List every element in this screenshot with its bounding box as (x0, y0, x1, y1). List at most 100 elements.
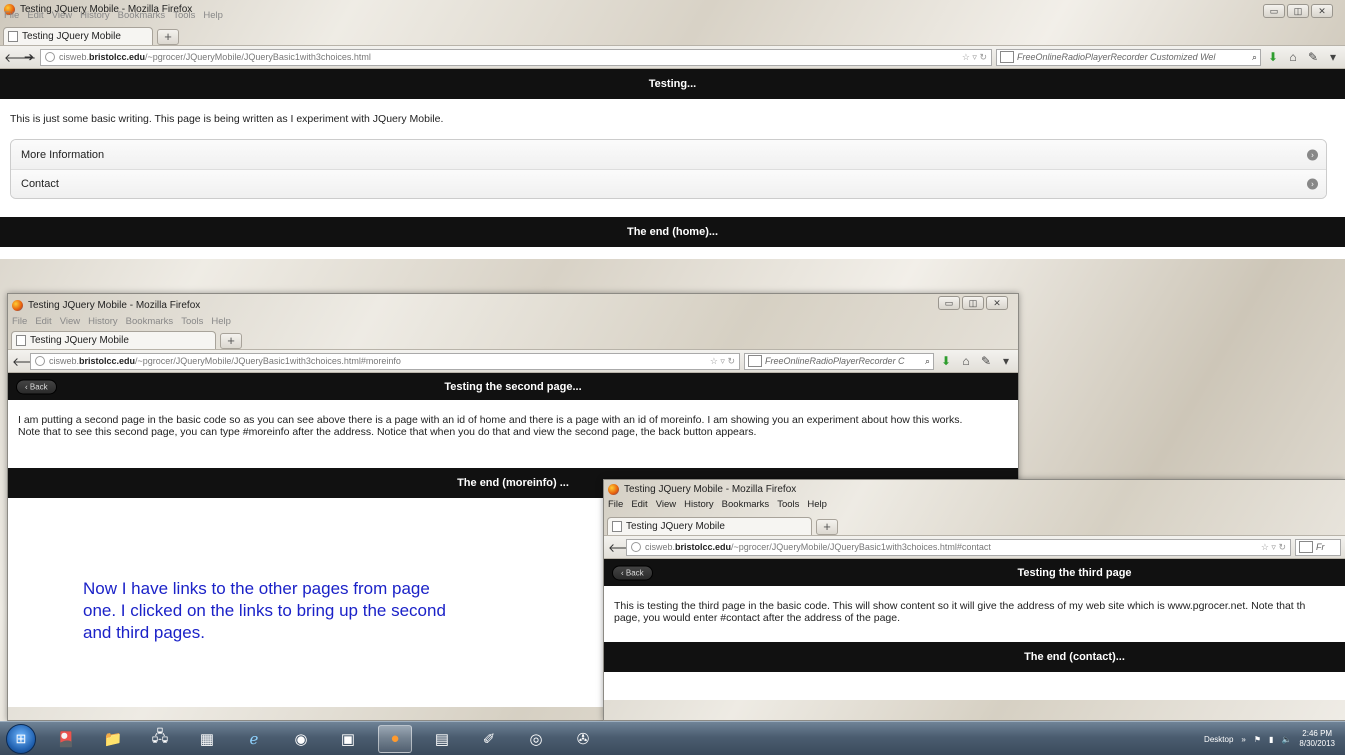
taskbar-app-icon[interactable]: 🎴 (49, 725, 83, 753)
forward-arrow-icon[interactable]: ➔ (22, 50, 36, 64)
network-app-icon[interactable]: 🖧 (143, 725, 177, 753)
menu-help[interactable]: Help (203, 10, 223, 23)
tab-testing-jquery[interactable]: Testing JQuery Mobile (607, 517, 812, 535)
overflow-chevron-icon[interactable]: » (1241, 735, 1245, 744)
calculator-icon[interactable]: ▦ (190, 725, 224, 753)
page-icon (16, 335, 26, 346)
start-button[interactable]: ⊞ (6, 723, 36, 754)
url-prefix: cisweb. (59, 52, 90, 62)
new-tab-button[interactable]: + (816, 519, 838, 535)
bookmark-star-icon[interactable]: ☆ ▿ ↻ (1255, 542, 1286, 553)
home-icon[interactable]: ⌂ (1285, 50, 1301, 64)
menu-bookmarks[interactable]: Bookmarks (126, 316, 174, 329)
menu-chevron-icon[interactable]: ▾ (1325, 50, 1341, 64)
document-app-icon[interactable]: ▤ (425, 725, 459, 753)
back-button[interactable]: ‹ Back (16, 379, 57, 394)
body-line-1: I am putting a second page in the basic … (18, 414, 963, 426)
nav-toolbar: 🡐 ➔ cisweb. bristolcc.edu/~pgrocer/JQuery… (0, 45, 1345, 69)
annotation-note: Now I have links to the other pages from… (83, 579, 446, 642)
new-tab-button[interactable]: + (220, 333, 242, 349)
back-button[interactable]: ‹ Back (612, 565, 653, 580)
menu-view[interactable]: View (60, 316, 80, 329)
page-content: Testing... This is just some basic writi… (0, 69, 1345, 259)
back-arrow-icon[interactable]: 🡐 (12, 354, 44, 369)
tab-label: Testing JQuery Mobile (626, 521, 725, 532)
list-item-more-information[interactable]: More Information › (11, 140, 1326, 169)
menu-file[interactable]: File (12, 316, 27, 329)
search-box[interactable]: Fr (1295, 538, 1341, 556)
menu-bookmarks[interactable]: Bookmarks (118, 10, 166, 23)
network-icon[interactable]: ▮ (1269, 735, 1273, 744)
globe-icon (631, 542, 641, 552)
close-button[interactable]: ✕ (1311, 4, 1333, 18)
menu-file[interactable]: File (608, 499, 623, 514)
firefox-taskbar-icon[interactable]: ● (378, 724, 412, 753)
app-pen-icon[interactable]: ✐ (472, 725, 506, 753)
tab-testing-jquery[interactable]: Testing JQuery Mobile (11, 331, 216, 349)
minimize-button[interactable]: ▭ (1263, 4, 1285, 18)
search-icon[interactable]: ⌕ (925, 356, 930, 367)
search-icon[interactable]: ⌕ (1252, 52, 1257, 63)
menu-help[interactable]: Help (211, 316, 231, 329)
menu-history[interactable]: History (88, 316, 118, 329)
download-icon[interactable]: ⬇ (1265, 50, 1281, 64)
menu-history[interactable]: History (80, 10, 110, 23)
menu-tools[interactable]: Tools (181, 316, 203, 329)
page-title: Testing the third page (1017, 566, 1132, 579)
arrow-right-icon: › (1307, 178, 1318, 190)
search-engine-icon[interactable] (1000, 51, 1014, 63)
page-icon (8, 31, 18, 42)
tab-testing-jquery[interactable]: Testing JQuery Mobile (3, 27, 153, 45)
close-button[interactable]: ✕ (986, 296, 1008, 310)
menu-edit[interactable]: Edit (27, 10, 43, 23)
window-titlebar[interactable]: Testing JQuery Mobile - Mozilla Firefox (0, 0, 1345, 15)
menu-history[interactable]: History (684, 499, 714, 514)
window-titlebar[interactable]: Testing JQuery Mobile - Mozilla Firefox (604, 480, 1345, 499)
window-titlebar[interactable]: Testing JQuery Mobile - Mozilla Firefox (8, 294, 1018, 316)
flag-icon[interactable]: ⚑ (1254, 735, 1261, 744)
maximize-button[interactable]: ◫ (962, 296, 984, 310)
app-globe-icon[interactable]: ◉ (284, 725, 318, 753)
back-arrow-icon[interactable]: 🡐 (608, 540, 640, 555)
menu-edit[interactable]: Edit (631, 499, 647, 514)
search-engine-icon[interactable] (748, 355, 762, 367)
menu-tools[interactable]: Tools (173, 10, 195, 23)
menu-chevron-icon[interactable]: ▾ (998, 354, 1014, 368)
new-tab-button[interactable]: + (157, 29, 179, 45)
back-arrow-icon[interactable]: 🡐 (4, 50, 36, 65)
bookmark-star-icon[interactable]: ☆ ▿ ↻ (704, 356, 735, 367)
app-image-icon[interactable]: ▣ (331, 725, 365, 753)
app-tools-icon[interactable]: ✇ (566, 725, 600, 753)
app-cd-icon[interactable]: ◎ (519, 725, 553, 753)
desktop-toolbar-label[interactable]: Desktop (1204, 735, 1233, 744)
clock[interactable]: 2:46 PM 8/30/2013 (1299, 729, 1335, 749)
search-box[interactable]: FreeOnlineRadioPlayerRecorder Customized… (996, 48, 1261, 66)
file-explorer-icon[interactable]: 📁 (96, 725, 130, 753)
menu-bookmarks[interactable]: Bookmarks (722, 499, 770, 514)
list-item-contact[interactable]: Contact › (11, 169, 1326, 198)
menu-tools[interactable]: Tools (777, 499, 799, 514)
search-engine-text: FreeOnlineRadioPlayerRecorder Customized… (1017, 52, 1216, 62)
clock-date: 8/30/2013 (1299, 739, 1335, 748)
search-box[interactable]: FreeOnlineRadioPlayerRecorder C ⌕ (744, 352, 934, 370)
download-icon[interactable]: ⬇ (938, 354, 954, 368)
menu-help[interactable]: Help (807, 499, 827, 514)
search-engine-icon[interactable] (1299, 541, 1313, 553)
url-bar[interactable]: cisweb. bristolcc.edu/~pgrocer/JQueryMobi… (626, 538, 1291, 556)
menu-file[interactable]: File (4, 10, 19, 23)
url-bar[interactable]: cisweb. bristolcc.edu/~pgrocer/JQueryMobi… (30, 352, 740, 370)
volume-icon[interactable]: 🔈 (1281, 735, 1291, 744)
minimize-button[interactable]: ▭ (938, 296, 960, 310)
addon-icon[interactable]: ✎ (978, 354, 994, 368)
menu-view[interactable]: View (656, 499, 676, 514)
restore-button[interactable]: ◫ (1287, 4, 1309, 18)
home-icon[interactable]: ⌂ (958, 354, 974, 368)
menu-view[interactable]: View (52, 10, 72, 23)
url-bar[interactable]: cisweb. bristolcc.edu/~pgrocer/JQueryMobi… (40, 48, 992, 66)
menu-edit[interactable]: Edit (35, 316, 51, 329)
internet-explorer-icon[interactable]: ℯ (237, 725, 271, 753)
bookmark-star-icon[interactable]: ☆ ▿ ↻ (956, 52, 987, 63)
taskbar: ⊞ 🎴 📁 🖧 ▦ ℯ ◉ ▣ ● ▤ ✐ ◎ ✇ Desktop » ⚑ ▮ … (0, 721, 1345, 755)
system-tray: Desktop » ⚑ ▮ 🔈 2:46 PM 8/30/2013 (1204, 722, 1335, 755)
addon-icon[interactable]: ✎ (1305, 50, 1321, 64)
